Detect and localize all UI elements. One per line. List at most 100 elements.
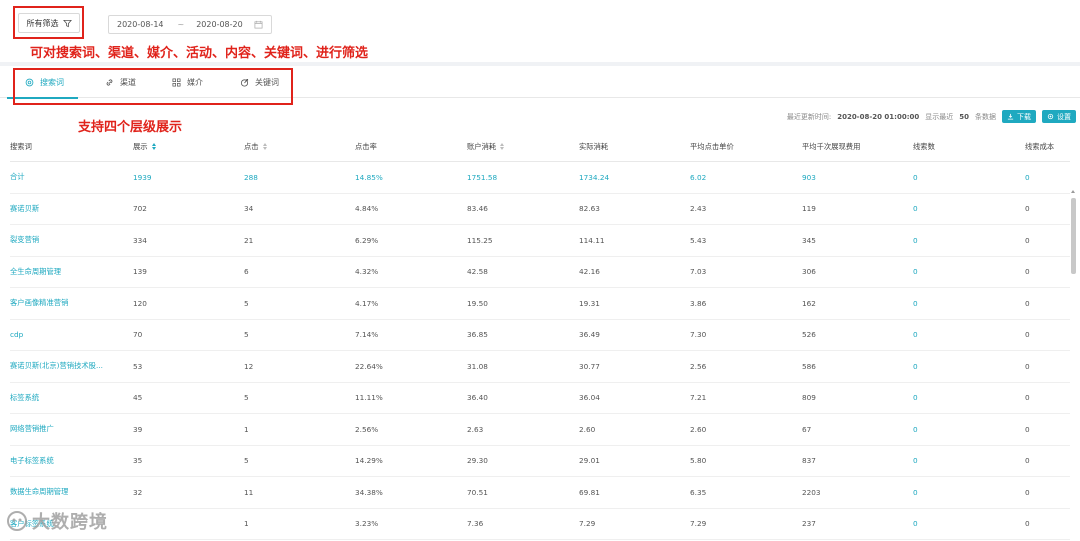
table-cell: 2.60 (690, 424, 707, 434)
table-cell: 0 (1025, 456, 1030, 466)
column-header[interactable]: 账户消耗 (467, 141, 505, 152)
table-cell: 4.84% (355, 204, 379, 214)
table-cell: 7.14% (355, 330, 379, 340)
sort-icon[interactable] (151, 143, 156, 150)
table-cell: 34 (244, 204, 254, 214)
table-cell: 3.23% (355, 519, 379, 529)
date-range-picker[interactable]: 2020-08-14 ~ 2020-08-20 (108, 15, 272, 34)
table-cell: 2.43 (690, 204, 707, 214)
table-row: 客户画像精准营销 120 5 4.17% 19.50 19.31 3.86 162 0 0 (10, 288, 1070, 320)
table-cell: 19.31 (579, 298, 600, 308)
table-row: 裂变营销 334 21 6.29% 115.25 114.11 5.43 345 0 0 (10, 225, 1070, 257)
column-header: 搜索词 (10, 142, 32, 152)
table-cell: 7.30 (690, 330, 707, 340)
table-cell: 0 (1025, 487, 1030, 497)
table-cell: 32 (133, 487, 143, 497)
column-header-label: 平均点击单价 (690, 141, 734, 151)
table-cell: 306 (802, 267, 816, 277)
settings-label: 设置 (1057, 112, 1071, 121)
table-cell: 35 (133, 456, 143, 466)
table-cell: 5.80 (690, 456, 707, 466)
table-cell: 0 (1025, 172, 1030, 182)
table-cell: 0 (913, 204, 918, 214)
table-cell: 42.16 (579, 267, 600, 277)
table-cell: 0 (1025, 267, 1030, 277)
table-cell: 36.49 (579, 330, 600, 340)
table-row: 赛诺贝斯 702 34 4.84% 83.46 82.63 2.43 119 0 0 (10, 194, 1070, 225)
watermark-text: 大数跨境 (32, 512, 108, 533)
table-cell: 0 (913, 235, 918, 245)
sort-icon[interactable] (500, 143, 505, 150)
table-row: 网络营销推广 39 1 2.56% 2.63 2.60 2.60 67 0 0 (10, 414, 1070, 446)
table-cell: 36.40 (467, 393, 488, 403)
column-header-label: 实际消耗 (579, 141, 609, 151)
table-cell: 809 (802, 393, 816, 403)
search-term-link[interactable]: 标签系统 (10, 393, 39, 403)
table-cell: 21 (244, 235, 254, 245)
column-header: 点击率 (355, 142, 377, 152)
table-cell: 0 (1025, 519, 1030, 529)
table-cell: 0 (1025, 393, 1030, 403)
date-start: 2020-08-14 (117, 20, 164, 29)
tabs-annotation-text: 支持四个层级展示 (78, 120, 183, 135)
table-cell: 29.30 (467, 456, 488, 466)
table-cell: 162 (802, 298, 816, 308)
table-cell: 0 (1025, 330, 1030, 340)
search-term-link[interactable]: 客户画像精准营销 (10, 298, 68, 308)
column-header-label: 展示 (133, 141, 148, 151)
table-cell: 237 (802, 519, 816, 529)
table-cell: 526 (802, 330, 816, 340)
watermark-logo-icon (7, 511, 27, 531)
settings-button[interactable]: 设置 (1042, 110, 1076, 123)
table-row: cdp 70 5 7.14% 36.85 36.49 7.30 526 0 0 (10, 320, 1070, 351)
column-header-label: 点击 (244, 141, 259, 151)
table-cell: 702 (133, 204, 147, 214)
gear-icon (1047, 113, 1054, 120)
search-term-link[interactable]: 电子标签系统 (10, 456, 54, 466)
table-cell: 34.38% (355, 487, 383, 497)
column-header-label: 线索成本 (1025, 141, 1055, 151)
column-header[interactable]: 点击 (244, 142, 267, 152)
download-button[interactable]: 下载 (1002, 110, 1036, 123)
table-cell: 0 (913, 361, 918, 371)
table-cell: 6 (244, 267, 249, 277)
show-suffix: 条数据 (975, 112, 996, 121)
sort-icon[interactable] (262, 143, 267, 150)
search-term-link[interactable]: 赛诺贝斯(北京)营销技术股... (10, 361, 103, 371)
table-cell: 1734.24 (579, 172, 610, 182)
table-row: 电子标签系统 35 5 14.29% 29.30 29.01 5.80 837 0 0 (10, 446, 1070, 477)
updated-value: 2020-08-20 01:00:00 (837, 112, 920, 121)
column-header-label: 线索数 (913, 141, 935, 151)
scroll-thumb[interactable] (1071, 198, 1076, 274)
table-cell: 4.32% (355, 267, 379, 277)
search-term-link[interactable]: 网络营销推广 (10, 424, 54, 434)
search-terms-table: 搜索词 展示 点击 点击率 账户消耗 实际消耗 平均点击单价 平均千次展现费用 线索数 线索成本合… (10, 132, 1070, 540)
table-cell: 70.51 (467, 487, 488, 497)
table-total-row: 合计 1939 288 14.85% 1751.58 1734.24 6.02 903 0 0 (10, 162, 1070, 194)
table-cell: 1751.58 (467, 172, 498, 182)
table-cell: 119 (802, 204, 816, 214)
table-cell: 2203 (802, 487, 821, 497)
search-term-link[interactable]: 数据生命周期管理 (10, 487, 68, 497)
column-header-label: 搜索词 (10, 141, 32, 151)
scroll-up-icon[interactable] (1071, 190, 1075, 193)
column-header-label: 账户消耗 (467, 141, 497, 151)
search-term-link[interactable]: cdp (10, 330, 23, 339)
filter-annotation-box (13, 6, 84, 39)
search-term-link[interactable]: 赛诺贝斯 (10, 204, 39, 214)
table-cell: 14.29% (355, 456, 383, 466)
table-cell: 14.85% (355, 172, 383, 182)
total-label: 合计 (10, 172, 25, 182)
table-cell: 83.46 (467, 204, 488, 214)
table-header-row: 搜索词 展示 点击 点击率 账户消耗 实际消耗 平均点击单价 平均千次展现费用 线索数 线索成本 (10, 132, 1070, 162)
table-cell: 5 (244, 393, 249, 403)
column-header[interactable]: 展示 (133, 142, 156, 152)
show-prefix: 显示最近 (925, 112, 954, 121)
search-term-link[interactable]: 全生命周期管理 (10, 267, 61, 277)
table-scrollbar[interactable] (1070, 190, 1077, 535)
download-icon (1007, 113, 1014, 120)
search-term-link[interactable]: 裂变营销 (10, 235, 39, 245)
table-cell: 6.02 (690, 172, 707, 182)
table-cell: 3.86 (690, 298, 707, 308)
table-cell: 2.56 (690, 361, 707, 371)
